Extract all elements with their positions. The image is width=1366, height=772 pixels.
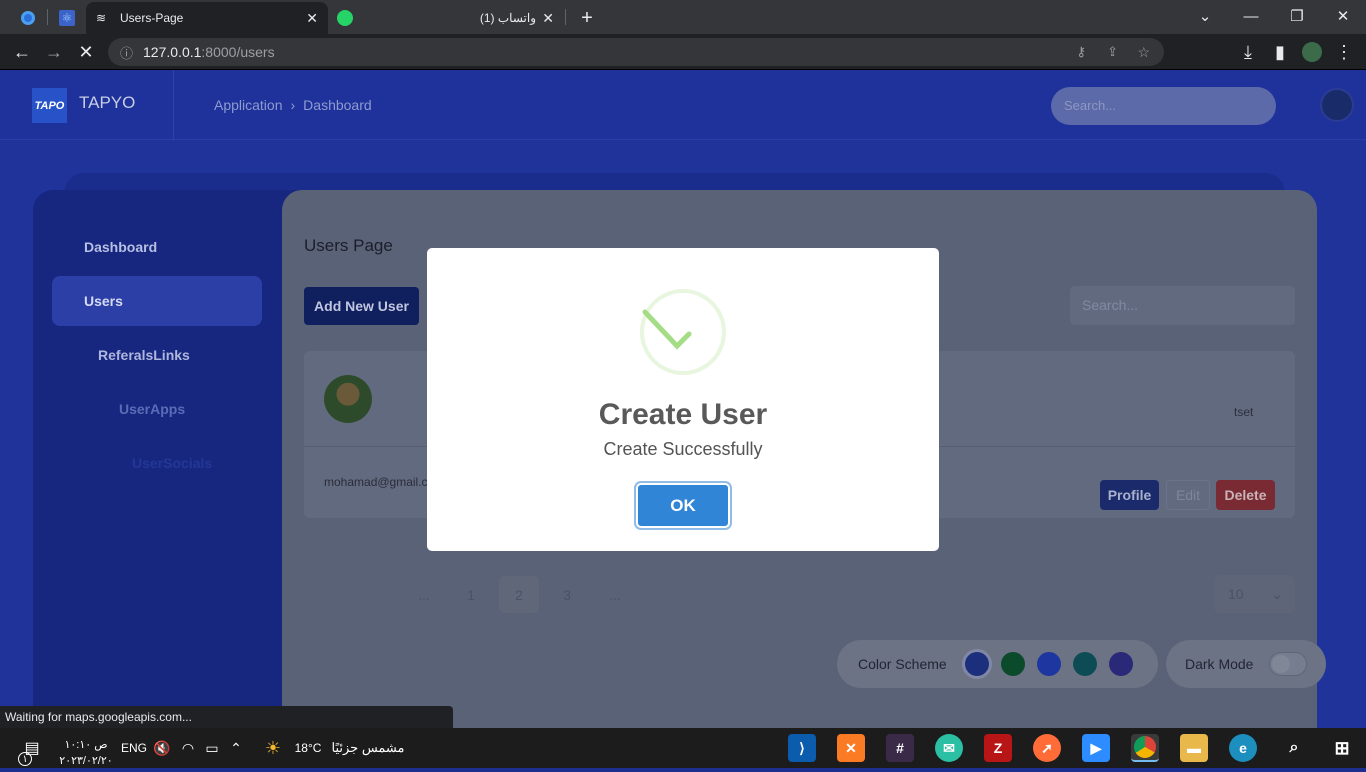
pagination-ellipsis-end: ... (609, 586, 621, 603)
tab-pinned-react[interactable]: ⚛ (49, 2, 85, 34)
windows-taskbar: ▤ ۱ ۱۰:۱۰ ص ۲۰۲۳/۰۲/۲۰ ENG 🔇 ◠ ▭ ⌃ ☀ 18°… (0, 728, 1366, 768)
mail-icon[interactable]: ✉ (935, 734, 963, 762)
tab-users-page[interactable]: ≋ Users-Page ✕ (86, 2, 328, 34)
color-swatch-2[interactable] (1001, 652, 1025, 676)
dark-mode-toggle[interactable] (1269, 652, 1307, 676)
key-icon[interactable]: ☆ (1137, 44, 1150, 61)
color-swatch-4[interactable] (1073, 652, 1097, 676)
success-check-icon (640, 289, 726, 375)
zoom-icon[interactable]: ▶ (1082, 734, 1110, 762)
share-icon[interactable]: ⇪ (1107, 44, 1118, 60)
close-tab-icon[interactable]: ✕ (542, 10, 554, 27)
pagination-page-3[interactable]: 3 (547, 576, 587, 613)
address-bar[interactable]: ⓘ 127.0.0.1:8000/users ☆ ⇪ ⚷ (108, 38, 1164, 66)
windows-start-icon[interactable]: ⊞ (1328, 734, 1356, 762)
brand-name: TAPYO (79, 93, 136, 112)
page-size-select[interactable]: 10 ⌄ (1214, 575, 1295, 613)
delete-button[interactable]: Delete (1216, 480, 1275, 510)
side-panel-icon[interactable]: ▮ (1268, 40, 1292, 64)
breadcrumb-application[interactable]: Application (214, 97, 283, 113)
network-icon[interactable]: ◠ (178, 736, 198, 760)
stack-icon: ≋ (96, 11, 107, 25)
modal-title: Create User (598, 398, 768, 431)
site-info-icon[interactable]: ⓘ (120, 43, 133, 62)
sidebar-item-dashboard[interactable]: Dashboard (84, 239, 157, 255)
pagination-page-2[interactable]: 2 (499, 576, 539, 613)
pagination-ellipsis-start: ... (418, 586, 430, 603)
menu-icon[interactable]: ⋮ (1332, 40, 1356, 64)
edge-taskbar-icon[interactable]: e (1229, 734, 1257, 762)
tab-label: Users-Page (120, 11, 184, 25)
react-icon: ⚛ (59, 10, 75, 26)
edge-icon (21, 11, 35, 25)
url-host: 127.0.0.1 (143, 44, 202, 60)
users-search-input[interactable]: Search... (1070, 286, 1295, 325)
volume-muted-icon[interactable]: 🔇 (152, 736, 172, 760)
postman-icon[interactable]: ➚ (1033, 734, 1061, 762)
vscode-icon[interactable]: ⟩ (788, 734, 816, 762)
language-indicator[interactable]: ENG (120, 736, 148, 760)
chrome-icon[interactable] (1131, 734, 1159, 762)
search-icon[interactable]: ⌕ (1280, 734, 1308, 762)
color-swatch-5[interactable] (1109, 652, 1133, 676)
browser-toolbar: ← → ✕ ⓘ 127.0.0.1:8000/users ☆ ⇪ ⚷ ⤓ ▮ ⋮ (0, 34, 1366, 70)
color-scheme-label: Color Scheme (858, 656, 947, 672)
close-window-icon[interactable]: ✕ (1320, 0, 1366, 32)
chevron-up-icon[interactable]: ⌃ (228, 736, 244, 760)
password-key-icon[interactable]: ⚷ (1076, 44, 1086, 60)
close-tab-icon[interactable]: ✕ (306, 10, 318, 27)
profile-avatar[interactable] (1300, 40, 1324, 64)
ok-button[interactable]: OK (636, 483, 730, 528)
browser-tab-bar: ⚛ ≋ Users-Page ✕ (1) واتساب ✕ + ⌄ — ❐ ✕ (0, 0, 1366, 34)
tab-pinned-edge[interactable] (10, 2, 46, 34)
weather-icon[interactable]: ☀ (260, 736, 286, 760)
file-explorer-icon[interactable]: ▬ (1180, 734, 1208, 762)
edit-button[interactable]: Edit (1166, 480, 1210, 510)
profile-button[interactable]: Profile (1100, 480, 1159, 510)
back-icon[interactable]: ← (10, 40, 34, 64)
top-search-input[interactable]: Search... (1051, 87, 1276, 125)
add-new-user-button[interactable]: Add New User (304, 287, 419, 325)
url-path: :8000/users (201, 44, 275, 60)
new-tab-button[interactable]: + (576, 2, 598, 34)
weather-temp[interactable]: 18°C (290, 736, 326, 760)
browser-status-bar: Waiting for maps.googleapis.com... (0, 706, 453, 728)
color-swatch-1[interactable] (965, 652, 989, 676)
breadcrumb-dashboard[interactable]: Dashboard (303, 97, 372, 113)
minimize-icon[interactable]: — (1228, 0, 1274, 32)
page-title: Users Page (304, 236, 393, 255)
chevron-down-icon: ⌄ (1271, 586, 1283, 602)
user-avatar[interactable] (1320, 88, 1354, 122)
modal-message: Create Successfully (603, 439, 763, 459)
user-name: tset (1234, 405, 1254, 419)
xampp-icon[interactable]: ✕ (837, 734, 865, 762)
top-navbar: TAPO TAPYO Application › Dashboard Search.… (0, 70, 1366, 140)
clock-date[interactable]: ۲۰۲۳/۰۲/۲۰ (56, 748, 116, 772)
tab-search-icon[interactable]: ⌄ (1182, 0, 1228, 32)
restore-icon[interactable]: ❐ (1274, 0, 1320, 32)
tab-label: (1) واتساب (479, 11, 536, 25)
battery-icon[interactable]: ▭ (202, 736, 222, 760)
weather-text[interactable]: مشمس جزئيًا (330, 736, 406, 760)
slack-icon[interactable]: # (886, 734, 914, 762)
sidebar-item-users[interactable]: Users (84, 293, 123, 309)
forward-icon[interactable]: → (42, 40, 66, 64)
notification-count: ۱ (18, 752, 32, 766)
filezilla-icon[interactable]: Z (984, 734, 1012, 762)
sidebar-item-referalslinks[interactable]: ReferalsLinks (98, 347, 190, 363)
sidebar-item-userapps[interactable]: UserApps (119, 401, 185, 417)
color-swatch-3[interactable] (1037, 652, 1061, 676)
tab-whatsapp[interactable]: (1) واتساب ✕ (330, 2, 564, 34)
brand-logo[interactable]: TAPO (32, 88, 67, 123)
download-icon[interactable]: ⤓ (1236, 40, 1260, 64)
breadcrumb: Application › Dashboard (214, 97, 372, 113)
pagination-page-1[interactable]: 1 (451, 576, 491, 613)
whatsapp-icon (337, 10, 353, 26)
sidebar-item-usersocials[interactable]: UserSocials (132, 455, 212, 471)
dark-mode-label: Dark Mode (1185, 656, 1254, 672)
user-avatar (324, 375, 372, 423)
stop-loading-icon[interactable]: ✕ (74, 40, 98, 64)
